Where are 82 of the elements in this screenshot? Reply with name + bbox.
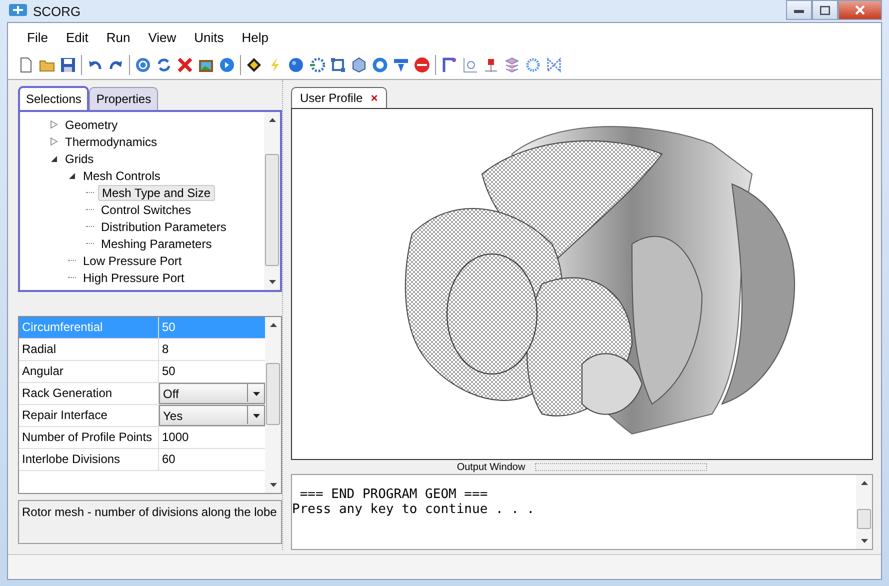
expand-icon[interactable]: [50, 137, 58, 146]
property-row[interactable]: Rack Generation Off: [19, 383, 265, 405]
collapse-icon[interactable]: [68, 171, 76, 180]
panel-tab[interactable]: Properties: [89, 87, 158, 110]
help-icon[interactable]: [135, 57, 151, 73]
document-tab[interactable]: User Profile ×: [291, 87, 387, 108]
tree-item[interactable]: High Pressure Port: [80, 270, 188, 284]
ring-icon[interactable]: [372, 57, 388, 73]
layers-icon[interactable]: [504, 57, 520, 73]
funnel-icon[interactable]: [393, 57, 409, 73]
stop-icon[interactable]: [414, 57, 430, 73]
scrollbar[interactable]: [265, 317, 281, 493]
dotring-icon[interactable]: [525, 57, 541, 73]
property-name: Angular: [19, 361, 159, 382]
property-row[interactable]: Radial 8: [19, 339, 265, 361]
console-line: Press any key to continue . . .: [292, 502, 536, 517]
menu-item[interactable]: Run: [97, 30, 140, 44]
page-icon[interactable]: [18, 57, 34, 73]
tree-item[interactable]: Mesh Type and Size: [98, 184, 215, 200]
property-value[interactable]: 1000: [159, 427, 265, 448]
property-row[interactable]: Repair Interface Yes: [19, 405, 265, 427]
property-name: Radial: [19, 339, 159, 360]
save-icon[interactable]: [60, 57, 76, 73]
collapse-icon[interactable]: [50, 154, 58, 163]
tab-label[interactable]: User Profile: [300, 91, 363, 105]
expand-icon[interactable]: [50, 120, 58, 129]
scroll-up-icon[interactable]: [270, 323, 276, 327]
picture-icon[interactable]: [198, 57, 214, 73]
scroll-down-icon[interactable]: [268, 280, 276, 284]
minimize-button[interactable]: [786, 0, 812, 20]
property-row[interactable]: Number of Profile Points 1000: [19, 427, 265, 449]
maximize-button[interactable]: [812, 0, 838, 20]
close-tab-button[interactable]: ×: [370, 91, 378, 105]
scroll-thumb[interactable]: [857, 509, 871, 529]
menu-item[interactable]: Help: [232, 30, 278, 44]
tree-item[interactable]: Geometry: [62, 118, 121, 132]
property-name: Interlobe Divisions: [19, 449, 159, 470]
property-value[interactable]: 8: [159, 339, 265, 360]
close-button[interactable]: [838, 0, 882, 20]
menu-item[interactable]: Units: [185, 30, 233, 44]
scrollbar[interactable]: [856, 475, 872, 549]
info-icon[interactable]: [219, 57, 235, 73]
tree-item[interactable]: Grids: [62, 152, 97, 166]
scroll-up-icon[interactable]: [860, 481, 868, 485]
tree-item[interactable]: Low Pressure Port: [80, 254, 185, 268]
cube-icon[interactable]: [351, 57, 367, 73]
tree-item[interactable]: Distribution Parameters: [98, 220, 230, 234]
maximize-icon[interactable]: [820, 6, 830, 14]
window-title: SCORG: [33, 4, 81, 18]
property-name: Number of Profile Points: [19, 427, 159, 448]
output-window-title: Output Window: [456, 462, 526, 472]
close-icon[interactable]: [855, 5, 865, 15]
scrollbar[interactable]: [264, 112, 280, 290]
scroll-up-icon[interactable]: [268, 118, 276, 122]
ball-icon[interactable]: [288, 57, 304, 73]
menu-item[interactable]: File: [18, 30, 57, 44]
menu-item[interactable]: Edit: [56, 30, 98, 44]
scroll-thumb[interactable]: [266, 363, 280, 425]
diamond-icon[interactable]: [246, 57, 262, 73]
frame-icon[interactable]: [330, 57, 346, 73]
app-icon: [9, 4, 27, 18]
refresh-icon[interactable]: [156, 57, 172, 73]
property-value[interactable]: 50: [159, 361, 265, 382]
splitter-grip[interactable]: [535, 463, 708, 471]
pin-icon[interactable]: [483, 57, 499, 73]
tree-item[interactable]: Control Switches: [98, 202, 194, 216]
tree-item[interactable]: Meshing Parameters: [98, 236, 215, 250]
scroll-down-icon[interactable]: [270, 483, 276, 487]
minimize-icon[interactable]: [794, 7, 804, 13]
delete-icon[interactable]: [177, 57, 193, 73]
panel-tab[interactable]: Selections: [18, 86, 90, 110]
console-line: === END PROGRAM GEOM ===: [298, 487, 489, 502]
description-text: Rotor mesh - number of divisions along the lobe: [22, 505, 277, 519]
property-value[interactable]: 60: [159, 449, 265, 470]
scroll-thumb[interactable]: [265, 154, 279, 266]
bowtie-icon[interactable]: [546, 57, 562, 73]
tree-item[interactable]: Thermodynamics: [62, 134, 160, 148]
tree-item[interactable]: Mesh Controls: [80, 168, 164, 182]
property-row[interactable]: Interlobe Divisions 60: [19, 449, 265, 471]
property-name: Circumferential: [19, 317, 159, 338]
scroll-down-icon[interactable]: [860, 539, 868, 543]
menu-item[interactable]: View: [139, 30, 186, 44]
